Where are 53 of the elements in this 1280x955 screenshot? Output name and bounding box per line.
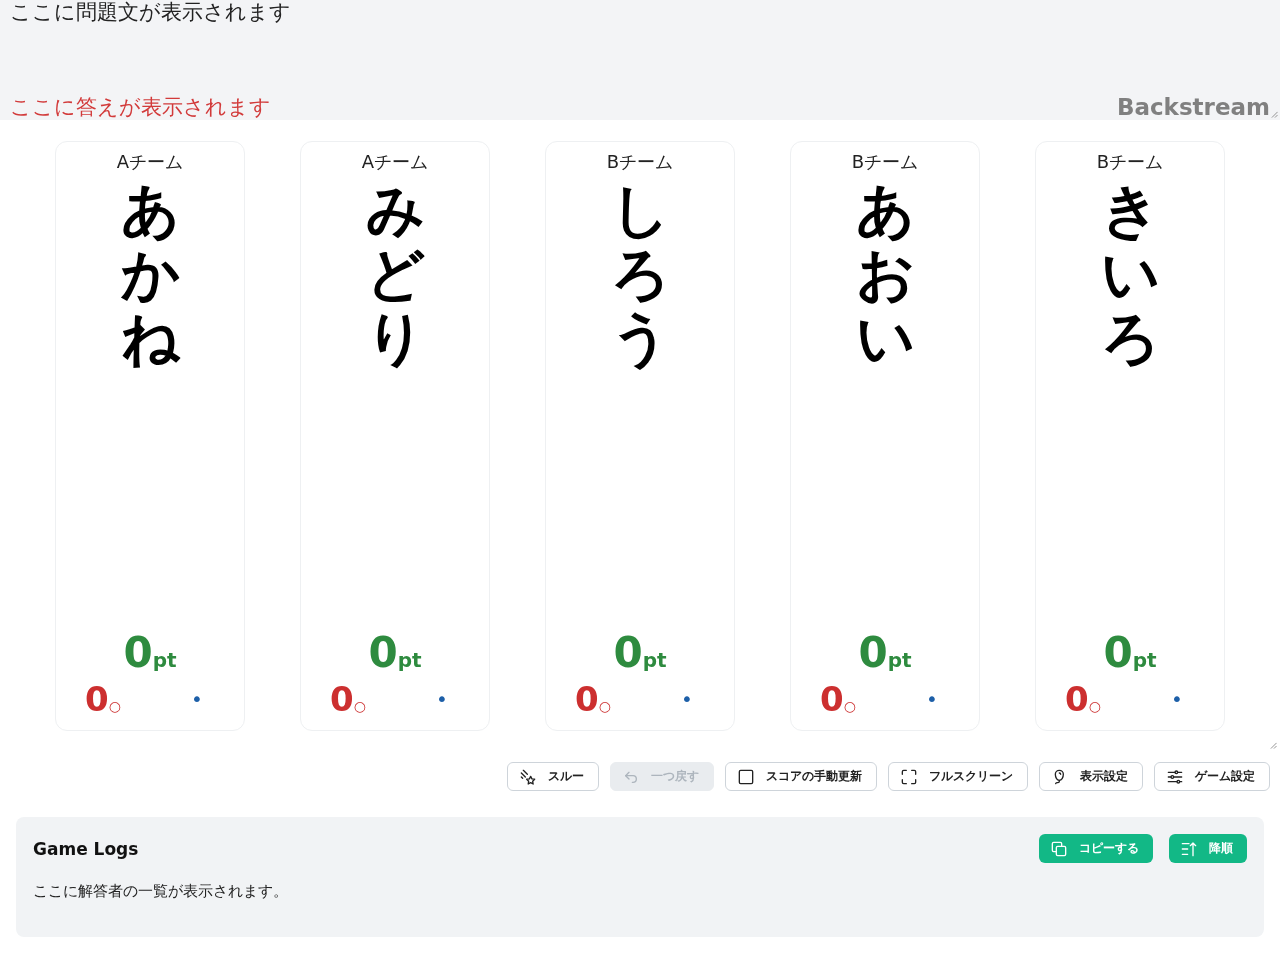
wrong-mark: • <box>191 689 203 709</box>
answer-text: ここに答えが表示されます <box>10 95 271 120</box>
score-value: 0 <box>858 632 888 674</box>
correct-mark: ○ <box>598 699 611 713</box>
resize-grip-icon[interactable] <box>1270 742 1277 749</box>
toolbar-button[interactable]: スコアの手動更新 <box>725 762 877 791</box>
correct-count: 0 <box>820 682 844 716</box>
fullscreen-icon <box>901 768 917 785</box>
score-unit: pt <box>397 650 422 670</box>
score-value: 0 <box>1103 632 1133 674</box>
toolbar-button[interactable]: スルー <box>507 762 599 791</box>
correct-count: 0 <box>575 682 599 716</box>
player-name: あかね <box>121 179 179 371</box>
panel-title: Game Logs <box>33 838 139 859</box>
correct-mark: ○ <box>843 699 856 713</box>
brand-text: Backstream <box>1116 94 1270 120</box>
score-value: 0 <box>368 632 398 674</box>
player-name: しろう <box>611 179 669 371</box>
copy-icon <box>1051 840 1067 857</box>
correct-mark: ○ <box>353 699 366 713</box>
resize-grip-icon[interactable] <box>1271 111 1278 118</box>
score-unit: pt <box>887 650 912 670</box>
wrong-mark: • <box>1171 689 1183 709</box>
checkbox-icon[interactable] <box>738 768 754 785</box>
wrong-mark: • <box>926 689 938 709</box>
correct-count: 0 <box>330 682 354 716</box>
wrong-mark: • <box>681 689 693 709</box>
team-name: Aチーム <box>361 151 429 173</box>
shooting-star-icon <box>520 768 536 785</box>
player-name: あおい <box>856 179 914 371</box>
wrong-mark: • <box>436 689 448 709</box>
toolbar-button[interactable]: 表示設定 <box>1039 762 1143 791</box>
correct-mark: ○ <box>1088 699 1101 713</box>
team-name: Bチーム <box>606 151 674 173</box>
correct-mark: ○ <box>108 699 121 713</box>
score-unit: pt <box>1132 650 1157 670</box>
toolbar-button[interactable]: フルスクリーン <box>888 762 1028 791</box>
team-name: Bチーム <box>851 151 919 173</box>
toolbar-button[interactable]: ゲーム設定 <box>1154 762 1270 791</box>
player-name: きいろ <box>1101 179 1159 371</box>
team-name: Aチーム <box>116 151 184 173</box>
score-unit: pt <box>642 650 667 670</box>
score-value: 0 <box>613 632 643 674</box>
sort-icon <box>1181 840 1197 857</box>
team-name: Bチーム <box>1096 151 1164 173</box>
player-name: みどり <box>366 179 424 371</box>
empty-log-message: ここに解答者の一覧が表示されます。 <box>33 881 289 901</box>
correct-count: 0 <box>1065 682 1089 716</box>
sliders-icon <box>1167 768 1183 785</box>
correct-count: 0 <box>85 682 109 716</box>
question-text: ここに問題文が表示されます <box>10 0 291 25</box>
score-value: 0 <box>123 632 153 674</box>
score-unit: pt <box>152 650 177 670</box>
